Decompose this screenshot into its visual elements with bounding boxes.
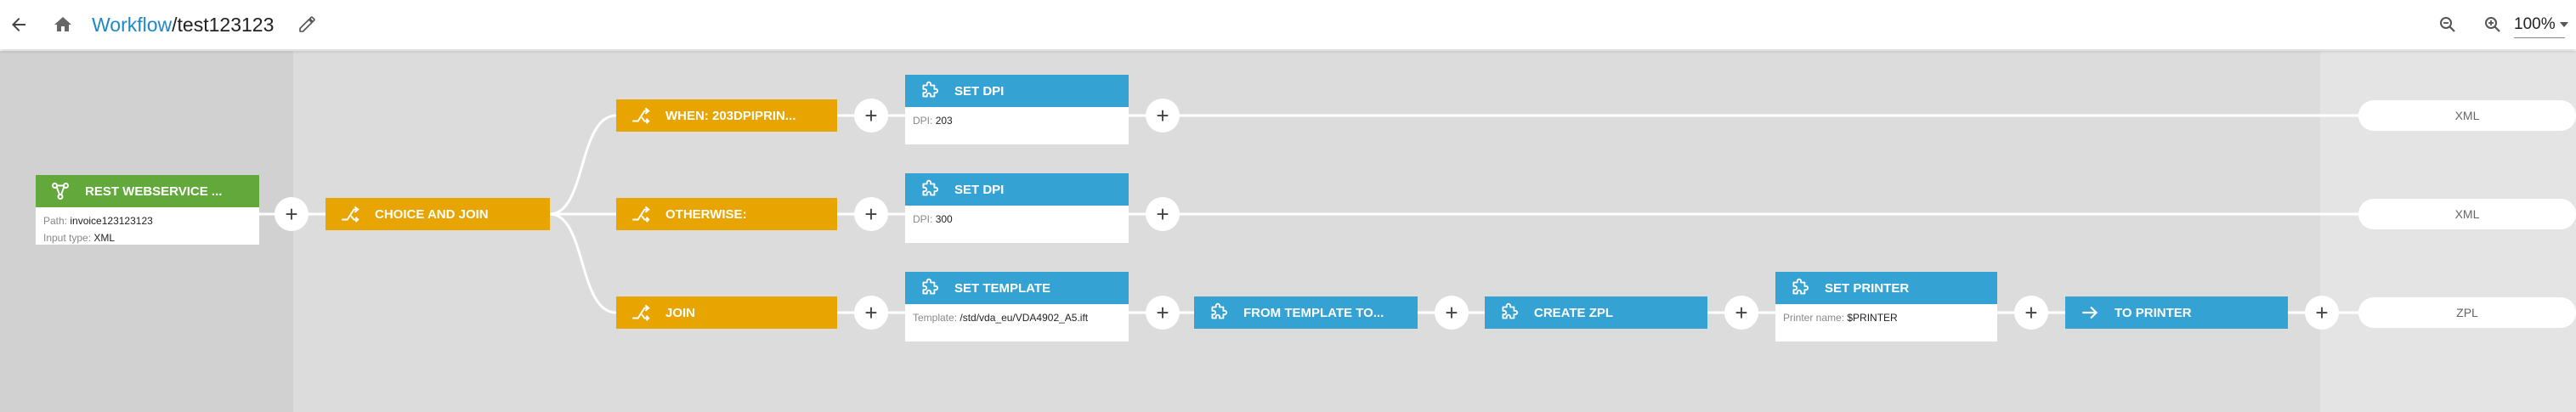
connection-lines bbox=[259, 114, 2358, 314]
add-step-button[interactable]: + bbox=[1435, 296, 1469, 330]
zoom-level: 100% bbox=[2514, 15, 2556, 33]
node-body: Path: invoice123123123 Input type: XML bbox=[36, 207, 259, 245]
node-title: SET DPI bbox=[954, 182, 1005, 197]
node-set-dpi[interactable]: SET DPI DPI: 300 bbox=[905, 173, 1129, 243]
split-icon bbox=[326, 198, 375, 230]
add-step-button[interactable]: + bbox=[1146, 296, 1180, 330]
breadcrumb: Workflow / test123123 bbox=[92, 8, 274, 42]
node-create-zpl[interactable]: CREATE ZPL bbox=[1485, 296, 1707, 329]
node-title: SET TEMPLATE bbox=[954, 280, 1051, 296]
add-step-button[interactable]: + bbox=[275, 197, 309, 231]
add-step-button[interactable]: + bbox=[1724, 296, 1758, 330]
node-header: FROM TEMPLATE TO... bbox=[1194, 296, 1418, 329]
node-header: SET TEMPLATE bbox=[905, 272, 1129, 304]
webservice-icon bbox=[36, 175, 85, 207]
node-join[interactable]: JOIN bbox=[616, 296, 837, 329]
node-header: SET PRINTER bbox=[1775, 272, 1997, 304]
input-type-value: XML bbox=[93, 232, 116, 244]
node-body: Template: /std/vda_eu/VDA4902_A5.ift bbox=[905, 304, 1129, 341]
node-title: WHEN: 203DPIPRIN... bbox=[665, 108, 796, 123]
node-header: WHEN: 203DPIPRIN... bbox=[616, 99, 837, 132]
node-title: REST WEBSERVICE ... bbox=[85, 183, 223, 199]
node-header: JOIN bbox=[616, 296, 837, 329]
node-rest-webservice[interactable]: REST WEBSERVICE ... Path: invoice1231231… bbox=[36, 175, 259, 245]
dpi-value: 203 bbox=[935, 115, 953, 127]
node-from-template[interactable]: FROM TEMPLATE TO... bbox=[1194, 296, 1418, 329]
node-header: CREATE ZPL bbox=[1485, 296, 1707, 329]
split-icon bbox=[616, 198, 665, 230]
zoom-out-button[interactable] bbox=[2429, 6, 2466, 43]
dpi-value: 300 bbox=[935, 213, 953, 225]
edit-name-button[interactable] bbox=[288, 6, 326, 43]
template-value: /std/vda_eu/VDA4902_A5.ift bbox=[960, 312, 1089, 324]
pencil-icon bbox=[299, 16, 315, 32]
add-step-button[interactable]: + bbox=[854, 296, 888, 330]
add-step-button[interactable]: + bbox=[2305, 296, 2339, 330]
add-step-button[interactable]: + bbox=[1146, 197, 1180, 231]
node-title: OTHERWISE: bbox=[665, 206, 747, 222]
add-step-button[interactable]: + bbox=[854, 99, 888, 133]
node-otherwise[interactable]: OTHERWISE: bbox=[616, 198, 837, 230]
node-set-dpi[interactable]: SET DPI DPI: 203 bbox=[905, 75, 1129, 144]
node-title: CREATE ZPL bbox=[1534, 305, 1614, 320]
zoom-out-icon bbox=[2440, 17, 2455, 32]
node-title: FROM TEMPLATE TO... bbox=[1243, 305, 1384, 320]
output-endpoint-xml[interactable]: XML bbox=[2358, 100, 2576, 131]
node-when[interactable]: WHEN: 203DPIPRIN... bbox=[616, 99, 837, 132]
node-header: SET DPI bbox=[905, 75, 1129, 107]
chevron-down-icon bbox=[2559, 22, 2568, 27]
output-endpoint-xml[interactable]: XML bbox=[2358, 199, 2576, 229]
add-step-button[interactable]: + bbox=[2014, 296, 2048, 330]
add-step-button[interactable]: + bbox=[1146, 99, 1180, 133]
template-label: Template: bbox=[913, 312, 958, 324]
breadcrumb-workflow-link[interactable]: Workflow bbox=[92, 14, 172, 37]
zoom-in-icon bbox=[2485, 17, 2500, 32]
node-set-printer[interactable]: SET PRINTER Printer name: $PRINTER bbox=[1775, 272, 1997, 341]
node-title: CHOICE AND JOIN bbox=[375, 206, 489, 222]
puzzle-icon bbox=[905, 173, 954, 206]
workflow-name: test123123 bbox=[177, 13, 275, 36]
path-value: invoice123123123 bbox=[70, 215, 153, 227]
top-bar: Workflow / test123123 100% bbox=[0, 0, 2576, 49]
node-header: SET DPI bbox=[905, 173, 1129, 206]
printer-name-label: Printer name: bbox=[1783, 312, 1845, 324]
node-to-printer[interactable]: TO PRINTER bbox=[2065, 296, 2288, 329]
home-button[interactable] bbox=[44, 6, 82, 43]
node-header: OTHERWISE: bbox=[616, 198, 837, 230]
arrow-left-icon bbox=[12, 18, 25, 31]
input-type-label: Input type: bbox=[43, 232, 92, 244]
node-title: TO PRINTER bbox=[2115, 305, 2192, 320]
puzzle-icon bbox=[1485, 296, 1534, 329]
node-title: JOIN bbox=[665, 305, 696, 320]
node-header: CHOICE AND JOIN bbox=[326, 198, 550, 230]
workflow-canvas[interactable]: REST WEBSERVICE ... Path: invoice1231231… bbox=[0, 51, 2576, 412]
node-title: SET DPI bbox=[954, 83, 1005, 99]
home-icon bbox=[54, 17, 71, 31]
dpi-label: DPI: bbox=[913, 115, 933, 127]
node-body: Printer name: $PRINTER bbox=[1775, 304, 1997, 341]
node-title: SET PRINTER bbox=[1825, 280, 1910, 296]
printer-name-value: $PRINTER bbox=[1847, 312, 1898, 324]
path-label: Path: bbox=[43, 215, 68, 227]
split-icon bbox=[616, 296, 665, 329]
node-body: DPI: 203 bbox=[905, 107, 1129, 144]
zoom-select[interactable]: 100% bbox=[2514, 12, 2568, 38]
back-button[interactable] bbox=[0, 6, 37, 43]
puzzle-icon bbox=[905, 272, 954, 304]
node-choice-and-join[interactable]: CHOICE AND JOIN bbox=[326, 198, 550, 230]
node-set-template[interactable]: SET TEMPLATE Template: /std/vda_eu/VDA49… bbox=[905, 272, 1129, 341]
output-endpoint-zpl[interactable]: ZPL bbox=[2358, 297, 2576, 328]
puzzle-icon bbox=[905, 75, 954, 107]
node-header: REST WEBSERVICE ... bbox=[36, 175, 259, 207]
zoom-in-button[interactable] bbox=[2474, 6, 2511, 43]
dpi-label: DPI: bbox=[913, 213, 933, 225]
node-header: TO PRINTER bbox=[2065, 296, 2288, 329]
arrow-right-icon bbox=[2065, 296, 2115, 329]
split-icon bbox=[616, 99, 665, 132]
node-body: DPI: 300 bbox=[905, 206, 1129, 243]
puzzle-icon bbox=[1194, 296, 1243, 329]
add-step-button[interactable]: + bbox=[854, 197, 888, 231]
puzzle-icon bbox=[1775, 272, 1825, 304]
